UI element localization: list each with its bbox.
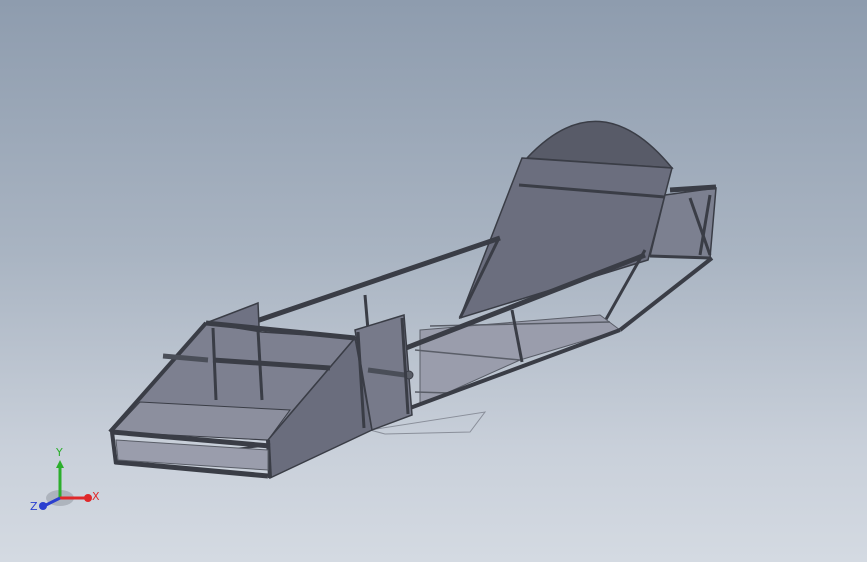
triad-z-label: Z bbox=[30, 500, 38, 513]
triad-z-cap bbox=[39, 502, 47, 510]
triad-y-arrow bbox=[56, 460, 64, 468]
triad-x-cap bbox=[84, 494, 92, 502]
graphics-viewport[interactable]: Y X Z bbox=[0, 0, 867, 562]
rear-side-brace-2 bbox=[649, 254, 711, 260]
floor-seam-3 bbox=[414, 391, 451, 394]
rear-top-rail bbox=[669, 184, 717, 193]
triad-y-label: Y bbox=[55, 446, 63, 459]
triad-x-label: X bbox=[92, 490, 100, 503]
kart-chassis-model[interactable] bbox=[0, 0, 867, 562]
seat-back-panel bbox=[458, 157, 673, 320]
nose-left-post bbox=[110, 431, 118, 465]
orientation-triad: Y X Z bbox=[28, 440, 108, 520]
mid-vertical-brace bbox=[363, 294, 370, 331]
